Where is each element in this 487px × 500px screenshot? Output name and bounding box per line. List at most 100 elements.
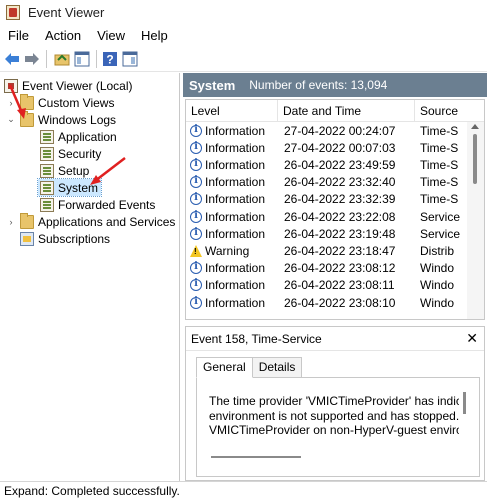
tree-item-label: Event Viewer (Local) bbox=[22, 78, 133, 93]
scroll-up-icon[interactable] bbox=[471, 124, 479, 129]
level-text: Information bbox=[205, 175, 266, 190]
folder-icon bbox=[20, 110, 34, 127]
chevron-down-icon[interactable]: ⌄ bbox=[6, 114, 16, 125]
log-icon bbox=[40, 146, 54, 161]
help-icon[interactable]: ? bbox=[102, 51, 118, 67]
tree-item-label: Subscriptions bbox=[38, 231, 111, 246]
cell-date-and-time: 26-04-2022 23:18:47 bbox=[284, 243, 396, 258]
back-arrow-icon[interactable] bbox=[4, 51, 20, 67]
tree-item-label: System bbox=[58, 180, 99, 195]
events-vertical-scrollbar[interactable] bbox=[467, 122, 484, 319]
event-viewer-icon bbox=[4, 78, 18, 93]
cell-source: Time-S bbox=[420, 140, 459, 155]
menu-file[interactable]: File bbox=[0, 26, 37, 46]
tree-item-label: Application bbox=[58, 129, 117, 144]
subscriptions-icon bbox=[20, 231, 34, 246]
column-header-level[interactable]: Level bbox=[186, 100, 278, 121]
cell-level: Information bbox=[186, 296, 278, 310]
description-horizontal-scroll-thumb[interactable] bbox=[211, 456, 301, 458]
tree-item-label: Custom Views bbox=[38, 95, 115, 110]
log-title: System bbox=[189, 77, 236, 93]
level-text: Information bbox=[205, 140, 266, 155]
cell-source: Time-S bbox=[420, 157, 459, 172]
cell-source: Distrib bbox=[420, 243, 455, 258]
chevron-right-icon[interactable]: › bbox=[6, 98, 16, 108]
information-icon bbox=[190, 124, 202, 137]
table-row[interactable]: Information 27-04-2022 00:24:07 Time-S bbox=[186, 122, 468, 139]
tree-item-label: Windows Logs bbox=[38, 112, 117, 127]
table-header: Level Date and Time Source bbox=[186, 100, 484, 122]
tree-item-forwarded-events[interactable]: Forwarded Events bbox=[40, 196, 155, 213]
toolbar-separator bbox=[96, 50, 97, 68]
tab-general[interactable]: General bbox=[196, 357, 253, 378]
information-icon bbox=[190, 175, 202, 189]
cell-date-and-time: 26-04-2022 23:32:40 bbox=[284, 175, 396, 190]
tree-item-setup[interactable]: Setup bbox=[40, 162, 89, 179]
cell-source: Windo bbox=[420, 261, 455, 276]
event-description[interactable]: The time provider 'VMICTimeProvider' has… bbox=[209, 394, 459, 442]
tree-item-event-viewer-local[interactable]: Event Viewer (Local) bbox=[4, 77, 133, 94]
cell-source: Windo bbox=[420, 295, 455, 310]
forward-arrow-icon[interactable] bbox=[24, 51, 40, 67]
table-row[interactable]: Information 26-04-2022 23:49:59 Time-S bbox=[186, 156, 468, 173]
tree-item-security[interactable]: Security bbox=[40, 145, 101, 162]
cell-level: Information bbox=[186, 175, 278, 189]
table-row[interactable]: Information 26-04-2022 23:19:48 Service bbox=[186, 225, 468, 242]
show-hide-action-pane-icon[interactable] bbox=[122, 51, 138, 67]
level-text: Information bbox=[205, 278, 266, 293]
cell-date-and-time: 26-04-2022 23:19:48 bbox=[284, 226, 396, 241]
information-icon bbox=[190, 261, 202, 275]
level-text: Information bbox=[205, 157, 266, 172]
column-header-date-and-time[interactable]: Date and Time bbox=[278, 100, 415, 121]
log-icon bbox=[40, 163, 54, 178]
folder-icon bbox=[20, 212, 34, 229]
menu-view[interactable]: View bbox=[89, 26, 133, 46]
table-row[interactable]: Information 27-04-2022 00:07:03 Time-S bbox=[186, 139, 468, 156]
tree-item-system[interactable]: System bbox=[36, 178, 103, 197]
cell-level: Warning bbox=[186, 244, 278, 258]
tree-item-subscriptions[interactable]: Subscriptions bbox=[20, 230, 110, 247]
tree-item-custom-views[interactable]: › Custom Views bbox=[6, 93, 115, 111]
tab-details[interactable]: Details bbox=[251, 357, 303, 377]
show-hide-console-tree-icon[interactable] bbox=[74, 51, 90, 67]
cell-date-and-time: 27-04-2022 00:24:07 bbox=[284, 123, 396, 138]
level-text: Information bbox=[205, 192, 266, 207]
table-row[interactable]: Warning 26-04-2022 23:18:47 Distrib bbox=[186, 242, 468, 259]
column-header-source[interactable]: Source bbox=[415, 100, 468, 121]
menu-help[interactable]: Help bbox=[133, 26, 176, 46]
event-count: Number of events: 13,094 bbox=[249, 78, 388, 92]
table-row[interactable]: Information 26-04-2022 23:08:11 Windo bbox=[186, 277, 468, 294]
cell-level: Information bbox=[186, 227, 278, 241]
table-row[interactable]: Information 26-04-2022 23:08:12 Windo bbox=[186, 260, 468, 277]
console-tree: Event Viewer (Local) › Custom Views ⌄ Wi… bbox=[0, 73, 180, 481]
status-bar: Expand: Completed successfully. bbox=[0, 481, 487, 500]
information-icon bbox=[190, 192, 202, 206]
log-header-bar: System Number of events: 13,094 bbox=[183, 73, 487, 97]
tree-item-label: Applications and Services Lo bbox=[38, 214, 180, 229]
folder-up-icon[interactable] bbox=[54, 51, 70, 67]
information-icon bbox=[190, 210, 202, 223]
title-bar: Event Viewer bbox=[0, 0, 487, 26]
information-icon bbox=[190, 227, 202, 240]
general-tab-content: The time provider 'VMICTimeProvider' has… bbox=[196, 377, 480, 477]
table-row[interactable]: Information 26-04-2022 23:22:08 Service bbox=[186, 208, 468, 225]
tree-item-applications-and-services-logs[interactable]: › Applications and Services Lo bbox=[6, 212, 180, 230]
cell-date-and-time: 26-04-2022 23:08:12 bbox=[284, 261, 396, 276]
event-detail-title: Event 158, Time-Service bbox=[186, 327, 484, 351]
scroll-thumb[interactable] bbox=[473, 134, 477, 184]
cell-date-and-time: 26-04-2022 23:22:08 bbox=[284, 209, 396, 224]
tree-item-application[interactable]: Application bbox=[40, 128, 117, 145]
description-scroll-thumb[interactable] bbox=[463, 392, 466, 414]
table-row[interactable]: Information 26-04-2022 23:08:10 Windo bbox=[186, 294, 468, 311]
table-row[interactable]: Information 26-04-2022 23:32:39 Time-S bbox=[186, 191, 468, 208]
table-row[interactable]: Information 26-04-2022 23:32:40 Time-S bbox=[186, 174, 468, 191]
tree-item-windows-logs[interactable]: ⌄ Windows Logs bbox=[6, 110, 117, 128]
level-text: Information bbox=[205, 261, 266, 276]
menu-action[interactable]: Action bbox=[37, 26, 89, 46]
cell-level: Information bbox=[186, 210, 278, 224]
close-icon[interactable]: ✕ bbox=[466, 331, 478, 345]
chevron-right-icon[interactable]: › bbox=[6, 217, 16, 227]
cell-source: Service bbox=[420, 209, 461, 224]
detail-tabs: General Details bbox=[196, 357, 303, 378]
cell-level: Information bbox=[186, 278, 278, 292]
